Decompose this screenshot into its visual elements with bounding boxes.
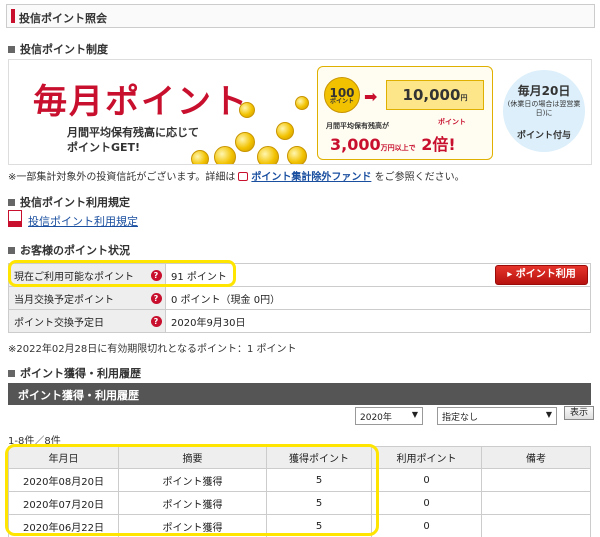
rules-link-wrap: 投信ポイント利用規定	[28, 213, 138, 229]
page-title: 投信ポイント照会	[19, 12, 107, 25]
rules-pdf-link[interactable]: 投信ポイント利用規定	[28, 215, 138, 228]
threshold-text: 3,000万円以上で 2倍!	[330, 135, 456, 154]
banner-sub1: 月間平均保有残高に応じて	[67, 126, 199, 139]
chevron-down-icon: ▼	[545, 410, 552, 419]
cell-remarks	[481, 491, 591, 515]
pdf-icon	[8, 210, 22, 227]
excluded-funds-link[interactable]: ポイント集計除外ファンド	[251, 172, 371, 183]
yen-10000-box: 10,000円	[386, 80, 484, 110]
column-header: 利用ポイント	[371, 446, 482, 469]
cell-used: 0	[371, 491, 482, 515]
help-icon[interactable]: ?	[150, 292, 162, 304]
section-title: 投信ポイント利用規定	[20, 196, 130, 209]
highlight-history-rows	[5, 444, 379, 536]
use-points-button[interactable]: ▸ ポイント利用	[495, 265, 588, 285]
status-row: ポイント交換予定日 ? 2020年9月30日	[8, 309, 591, 333]
section-heading-system: 投信ポイント制度	[8, 41, 108, 57]
year-select-value: 2020年	[360, 413, 392, 423]
points-100-coin: 100 ポイント	[324, 77, 360, 113]
point-label: ポイント	[438, 118, 466, 126]
use-points-label: ポイント利用	[515, 269, 576, 280]
banner-sub2: ポイントGET!	[67, 141, 141, 154]
bullet-icon	[8, 246, 15, 254]
column-header: 備考	[481, 446, 591, 469]
coin-icon	[295, 96, 309, 110]
grant-day-circle: 毎月20日 (休業日の場合は翌営業日)に ポイント付与	[503, 70, 585, 152]
grant-day-title: 毎月20日	[517, 84, 571, 98]
status-label: ポイント交換予定日	[8, 309, 147, 333]
status-value: 0 ポイント（現金 0円）	[165, 286, 591, 310]
type-select[interactable]: 指定なし ▼	[437, 407, 557, 425]
grant-day-action: ポイント付与	[516, 131, 571, 141]
cell-used: 0	[371, 468, 482, 492]
cell-remarks	[481, 514, 591, 537]
bullet-icon	[8, 369, 15, 377]
bullet-icon	[8, 45, 15, 53]
help-cell: ?	[146, 286, 166, 310]
section-title: お客様のポイント状況	[20, 244, 130, 257]
coin-icon	[287, 146, 307, 164]
cell-used: 0	[371, 514, 482, 537]
expiry-note: ※2022年02月28日に有効期限切れとなるポイント：1 ポイント	[8, 344, 297, 355]
excluded-note: ※一部集計対象外の投資信託がございます。詳細は ポイント集計除外ファンド をご参照…	[8, 172, 465, 183]
coin-icon	[214, 146, 236, 164]
section-heading-status: お客様のポイント状況	[8, 242, 130, 258]
section-title: 投信ポイント制度	[20, 43, 108, 56]
banner-headline: 毎月ポイント	[33, 82, 249, 122]
help-icon[interactable]: ?	[150, 315, 162, 327]
cell-remarks	[481, 468, 591, 492]
highlight-available-points	[8, 260, 236, 287]
section-heading-rules: 投信ポイント利用規定	[8, 194, 130, 210]
external-window-icon	[238, 172, 249, 181]
section-heading-history: ポイント獲得・利用履歴	[8, 365, 141, 381]
year-select[interactable]: 2020年 ▼	[355, 407, 423, 425]
chevron-down-icon: ▼	[411, 410, 418, 419]
show-button[interactable]: 表示	[564, 406, 594, 420]
balance-label: 月間平均保有残高が	[326, 122, 389, 130]
coin-icon	[276, 122, 294, 140]
status-row: 当月交換予定ポイント ? 0 ポイント（現金 0円）	[8, 286, 591, 310]
title-accent-bar	[11, 9, 15, 23]
promo-banner: 毎月ポイント 月間平均保有残高に応じて ポイントGET! 100 ポイント ➡ 1…	[8, 59, 592, 165]
status-value: 2020年9月30日	[165, 309, 591, 333]
section-title: ポイント獲得・利用履歴	[20, 367, 141, 380]
coin-icon	[239, 102, 255, 118]
coin-icon	[191, 150, 209, 164]
status-label: 当月交換予定ポイント	[8, 286, 147, 310]
points-conversion-box: 100 ポイント ➡ 10,000円 月間平均保有残高が ポイント 3,000万円…	[317, 66, 493, 160]
bullet-icon	[8, 198, 15, 206]
arrow-right-icon: ➡	[364, 87, 378, 106]
coin-icon	[235, 132, 255, 152]
coin-icon	[257, 146, 279, 164]
history-title-bar: ポイント獲得・利用履歴	[8, 383, 591, 405]
grant-day-note: (休業日の場合は翌営業日)に	[507, 100, 581, 117]
type-select-value: 指定なし	[442, 413, 479, 423]
page-title-box: 投信ポイント照会	[6, 4, 595, 28]
help-cell: ?	[146, 309, 166, 333]
